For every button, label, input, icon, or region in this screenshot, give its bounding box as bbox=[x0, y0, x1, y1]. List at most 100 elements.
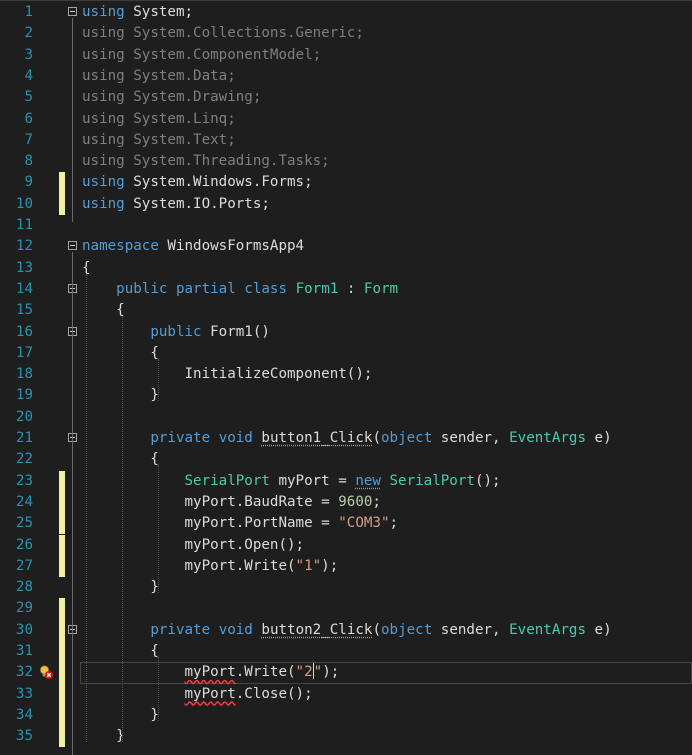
code-line[interactable]: 22 { bbox=[0, 449, 692, 470]
collapse-icon[interactable] bbox=[68, 241, 77, 251]
code-text[interactable]: { bbox=[82, 449, 159, 470]
change-marker bbox=[59, 598, 65, 620]
code-line[interactable]: 13{ bbox=[0, 258, 692, 279]
line-number: 13 bbox=[15, 259, 33, 276]
code-text[interactable]: using System.Data; bbox=[82, 66, 236, 87]
code-line[interactable]: 7 using System.Text; bbox=[0, 130, 692, 151]
code-line[interactable]: 29 bbox=[0, 598, 692, 620]
code-token: System.Data; bbox=[124, 67, 236, 84]
code-line[interactable]: 1 using System; bbox=[0, 2, 692, 23]
code-line[interactable]: 5 using System.Drawing; bbox=[0, 87, 692, 108]
code-line[interactable]: 31 { bbox=[0, 641, 692, 663]
code-text[interactable]: myPort.Close(); bbox=[82, 684, 313, 705]
code-text[interactable]: using System.ComponentModel; bbox=[82, 45, 321, 66]
code-text[interactable]: { bbox=[82, 641, 159, 662]
code-line[interactable]: 15 { bbox=[0, 300, 692, 321]
code-line[interactable]: 16 public Form1() bbox=[0, 322, 692, 343]
code-line[interactable]: 26 myPort.Open(); bbox=[0, 534, 692, 556]
collapse-icon[interactable] bbox=[68, 7, 77, 16]
code-token: ); bbox=[322, 664, 340, 681]
code-text[interactable]: { bbox=[82, 300, 125, 321]
code-text[interactable]: myPort.Write("1"); bbox=[82, 556, 338, 577]
code-token: "COM3" bbox=[338, 515, 390, 532]
code-text[interactable]: } bbox=[82, 577, 159, 598]
code-token: ; bbox=[389, 515, 399, 532]
code-line[interactable]: 23 SerialPort myPort = new SerialPort(); bbox=[0, 470, 692, 492]
code-line[interactable]: 32 myPort.Write("2"); bbox=[0, 662, 692, 684]
code-text[interactable]: } bbox=[82, 726, 125, 747]
code-text[interactable]: private void button2_Click(object sender… bbox=[82, 620, 611, 641]
code-line[interactable]: 34 } bbox=[0, 704, 692, 727]
code-text[interactable]: public Form1() bbox=[82, 322, 270, 343]
code-text[interactable]: InitializeComponent(); bbox=[82, 364, 372, 385]
code-line[interactable]: 12 namespace WindowsFormsApp4 bbox=[0, 236, 692, 257]
code-token: using bbox=[82, 110, 125, 127]
code-text[interactable]: SerialPort myPort = new SerialPort(); bbox=[82, 471, 501, 492]
code-line[interactable]: 4 using System.Data; bbox=[0, 66, 692, 87]
code-line[interactable]: 17 { bbox=[0, 343, 692, 364]
code-line[interactable]: 20 bbox=[0, 407, 692, 428]
code-token: { bbox=[82, 643, 159, 659]
code-text[interactable]: using System.Collections.Generic; bbox=[82, 23, 364, 44]
line-number: 7 bbox=[24, 131, 33, 148]
code-line[interactable]: 33 myPort.Close(); bbox=[0, 683, 692, 705]
code-line[interactable]: 35 } bbox=[0, 726, 692, 748]
code-text[interactable]: using System.Linq; bbox=[82, 109, 236, 130]
code-text[interactable]: using System.IO.Ports; bbox=[82, 194, 270, 215]
code-text[interactable]: private void button1_Click(object sender… bbox=[82, 428, 611, 449]
code-line[interactable]: 27 myPort.Write("1"); bbox=[0, 555, 692, 578]
code-text[interactable]: public partial class Form1 : Form bbox=[82, 279, 398, 300]
line-number: 3 bbox=[24, 46, 33, 63]
code-text[interactable]: using System; bbox=[82, 2, 193, 23]
code-text[interactable]: } bbox=[82, 705, 159, 726]
code-text[interactable]: myPort.PortName = "COM3"; bbox=[82, 513, 398, 534]
code-token: myPort.PortName = bbox=[82, 515, 339, 532]
code-line[interactable]: 30 private void button2_Click(object sen… bbox=[0, 619, 692, 641]
code-text[interactable]: { bbox=[82, 343, 159, 364]
code-token: System.Collections.Generic; bbox=[124, 25, 364, 42]
code-token: void bbox=[218, 621, 253, 638]
code-token: using bbox=[82, 67, 125, 84]
code-line[interactable]: 21 private void button1_Click(object sen… bbox=[0, 428, 692, 449]
indent-guide bbox=[158, 358, 159, 402]
code-line[interactable]: 24 myPort.BaudRate = 9600; bbox=[0, 491, 692, 514]
change-marker bbox=[59, 513, 65, 535]
code-token: using bbox=[82, 25, 125, 42]
code-text[interactable]: using System.Drawing; bbox=[82, 87, 261, 108]
code-line[interactable]: 11 bbox=[0, 215, 692, 236]
code-text[interactable]: namespace WindowsFormsApp4 bbox=[82, 236, 304, 257]
code-token: using bbox=[82, 131, 125, 148]
code-line[interactable]: 28 } bbox=[0, 577, 692, 598]
code-line[interactable]: 8 using System.Threading.Tasks; bbox=[0, 151, 692, 172]
code-token: button1_Click bbox=[261, 430, 373, 446]
code-line[interactable]: 10 using System.IO.Ports; bbox=[0, 193, 692, 215]
code-text[interactable]: myPort.Write("2"); bbox=[82, 662, 339, 683]
code-token: public bbox=[116, 280, 168, 297]
lightbulb-error-icon[interactable] bbox=[38, 664, 54, 680]
code-text[interactable]: myPort.BaudRate = 9600; bbox=[82, 492, 380, 513]
code-line[interactable]: 14 public partial class Form1 : Form bbox=[0, 279, 692, 300]
line-number: 29 bbox=[15, 600, 33, 617]
code-token: using bbox=[82, 195, 125, 212]
code-line[interactable]: 6 using System.Linq; bbox=[0, 109, 692, 130]
code-line[interactable]: 9 using System.Windows.Forms; bbox=[0, 172, 692, 194]
code-text[interactable]: using System.Threading.Tasks; bbox=[82, 151, 330, 172]
code-token: "1" bbox=[295, 557, 322, 574]
code-editor[interactable]: 1 using System; 2 using System.Collections.… bbox=[0, 0, 692, 755]
code-token: 9600 bbox=[338, 493, 373, 510]
code-line[interactable]: 25 myPort.PortName = "COM3"; bbox=[0, 513, 692, 535]
code-text[interactable]: myPort.Open(); bbox=[82, 535, 304, 556]
code-token: Form1 bbox=[295, 280, 339, 297]
code-token: using bbox=[82, 89, 125, 106]
code-token: } bbox=[82, 728, 125, 745]
code-line[interactable]: 3 using System.ComponentModel; bbox=[0, 45, 692, 66]
code-text[interactable]: } bbox=[82, 385, 159, 406]
change-marker bbox=[59, 641, 65, 663]
code-line[interactable]: 19 } bbox=[0, 385, 692, 406]
code-line[interactable]: 2 using System.Collections.Generic; bbox=[0, 23, 692, 44]
code-text[interactable]: using System.Windows.Forms; bbox=[82, 172, 313, 193]
code-line[interactable]: 18 InitializeComponent(); bbox=[0, 364, 692, 385]
collapse-region-line bbox=[72, 252, 73, 755]
code-text[interactable]: using System.Text; bbox=[82, 130, 236, 151]
